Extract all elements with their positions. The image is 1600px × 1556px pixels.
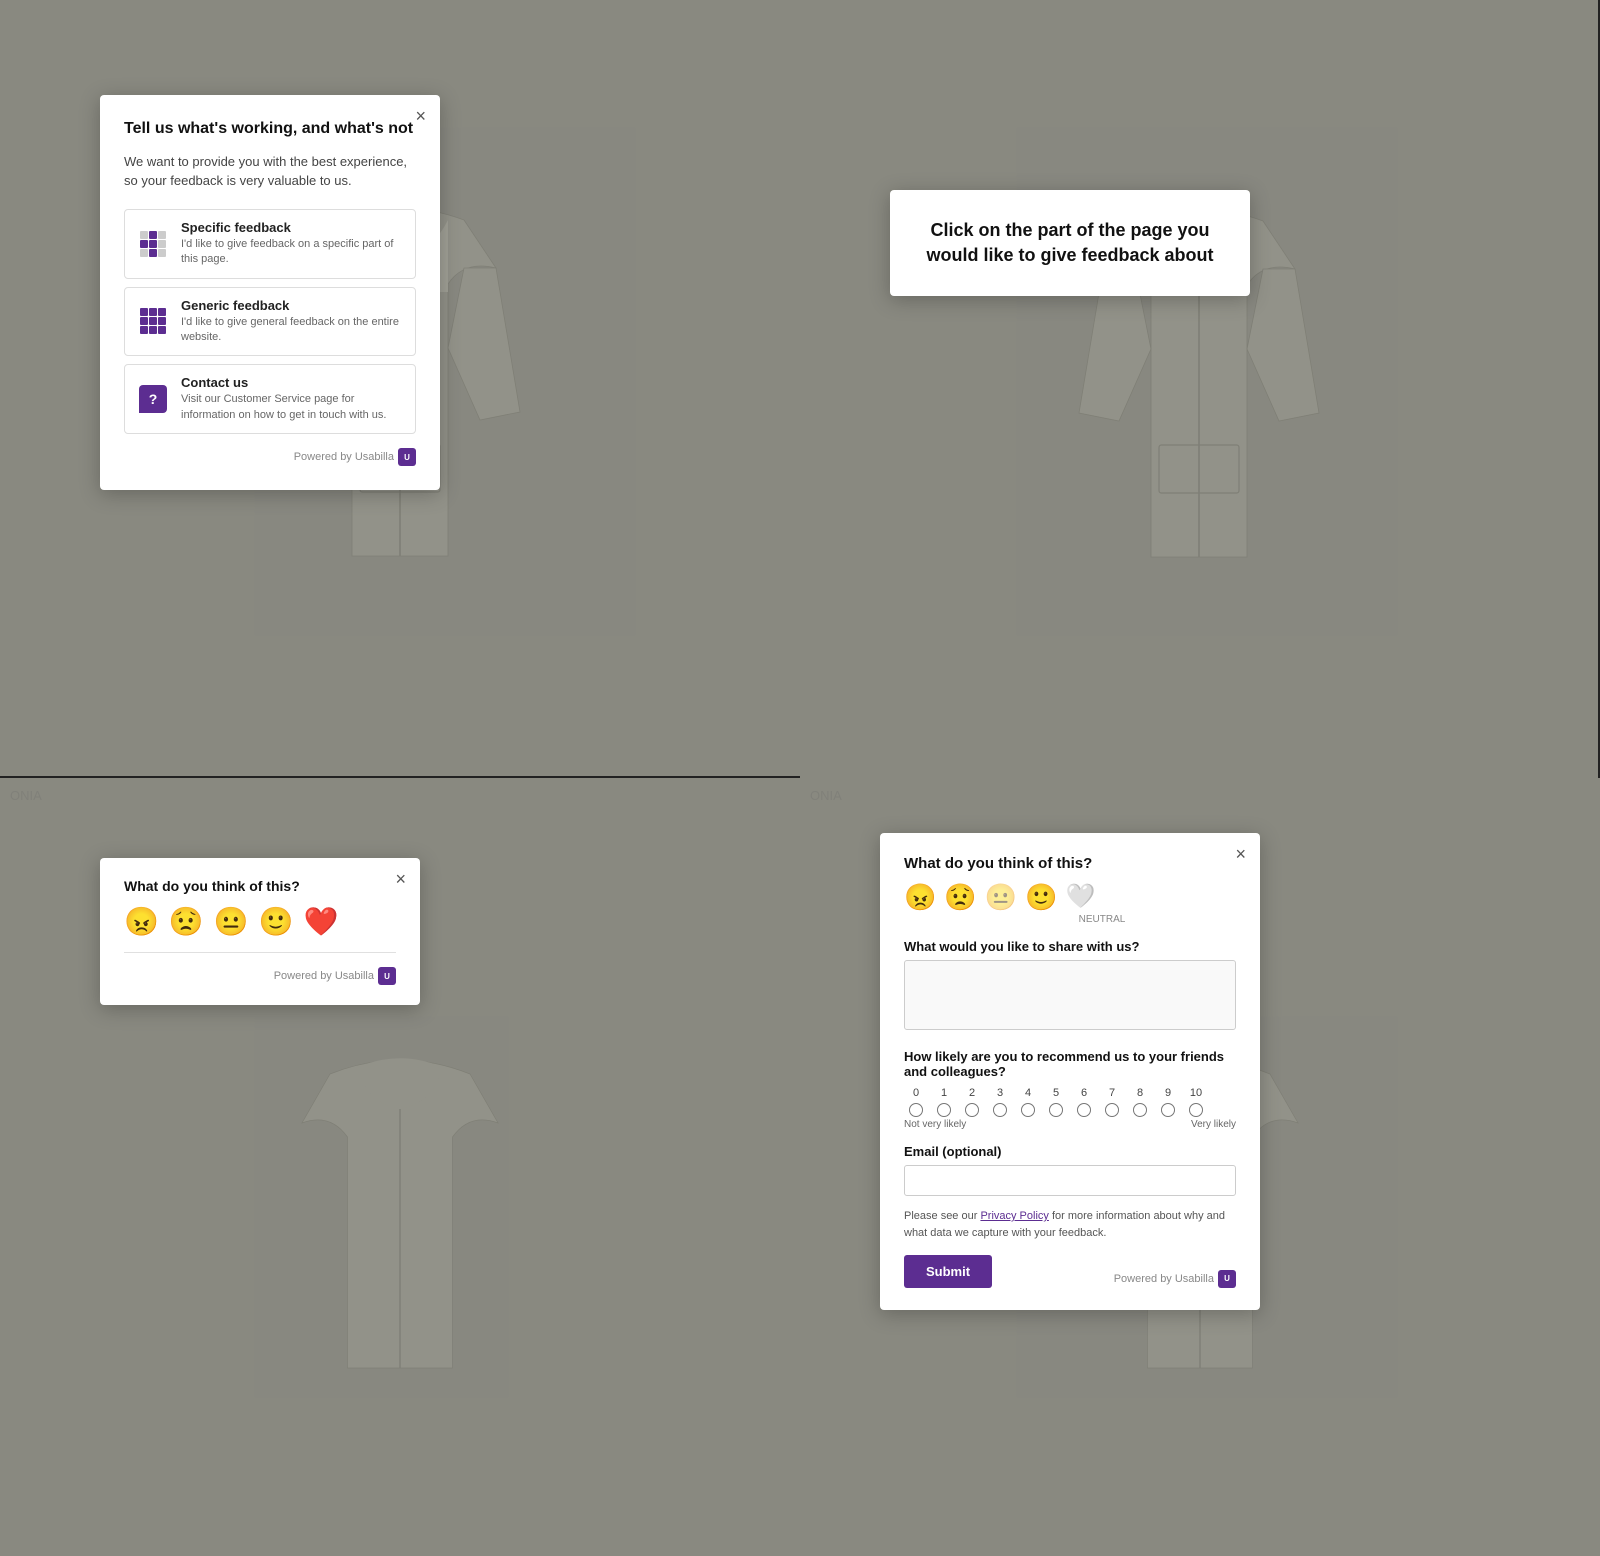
nps-radio-2[interactable] <box>965 1103 979 1117</box>
nps-scale: 0 1 2 3 4 5 6 7 8 9 10 <box>904 1087 1236 1099</box>
nps-num-4: 4 <box>1016 1087 1040 1099</box>
nps-radio-1[interactable] <box>937 1103 951 1117</box>
recommend-label: How likely are you to recommend us to yo… <box>904 1049 1236 1079</box>
quadrant-3: ONIA × What do you think of this? 😠 😟 😐 … <box>0 778 800 1556</box>
quadrant-1: × Tell us what's working, and what's not… <box>0 0 800 778</box>
recommend-section: How likely are you to recommend us to yo… <box>904 1049 1236 1130</box>
emoji-happy[interactable]: 🙂 <box>259 908 294 936</box>
q4-emoji-angry[interactable]: 😠 <box>904 884 936 910</box>
close-button-4[interactable]: × <box>1235 845 1246 863</box>
nps-radio-8[interactable] <box>1133 1103 1147 1117</box>
email-input[interactable] <box>904 1165 1236 1196</box>
powered-by-3: Powered by Usabilla U <box>124 967 396 985</box>
emoji-angry[interactable]: 😠 <box>124 908 159 936</box>
usabilla-logo-1: U <box>398 448 416 466</box>
nps-radio-6[interactable] <box>1077 1103 1091 1117</box>
powered-by-4: Powered by Usabilla U <box>1114 1270 1236 1288</box>
contact-icon: ? <box>137 383 169 415</box>
generic-feedback-icon <box>137 305 169 337</box>
submit-button[interactable]: Submit <box>904 1255 992 1288</box>
email-label: Email (optional) <box>904 1144 1236 1159</box>
generic-feedback-text: Generic feedback I'd like to give genera… <box>181 298 403 346</box>
q4-emoji-happy[interactable]: 🙂 <box>1025 884 1057 910</box>
powered-by-1: Powered by Usabilla U <box>124 448 416 466</box>
close-button-3[interactable]: × <box>395 870 406 888</box>
usabilla-logo-4: U <box>1218 1270 1236 1288</box>
background-hoodie-2 <box>800 0 1598 778</box>
nps-num-5: 5 <box>1044 1087 1068 1099</box>
nps-num-3: 3 <box>988 1087 1012 1099</box>
privacy-policy-link[interactable]: Privacy Policy <box>980 1210 1048 1222</box>
q3-question: What do you think of this? <box>124 878 396 894</box>
nps-num-6: 6 <box>1072 1087 1096 1099</box>
nps-num-2: 2 <box>960 1087 984 1099</box>
q4-emoji-sad[interactable]: 😟 <box>944 884 976 910</box>
nps-num-8: 8 <box>1128 1087 1152 1099</box>
q4-emoji-row: 😠 😟 😐 🙂 🤍 <box>904 884 1236 910</box>
specific-feedback-option[interactable]: Specific feedback I'd like to give feedb… <box>124 209 416 279</box>
nps-num-7: 7 <box>1100 1087 1124 1099</box>
nps-radio-5[interactable] <box>1049 1103 1063 1117</box>
specific-feedback-icon <box>137 228 169 260</box>
specific-feedback-text: Specific feedback I'd like to give feedb… <box>181 220 403 268</box>
quadrant-4: ONIA × What do you think of this? 😠 😟 😐 … <box>800 778 1600 1556</box>
modal-intro: We want to provide you with the best exp… <box>124 152 416 191</box>
q4-question: What do you think of this? <box>904 855 1236 872</box>
neutral-label: NEUTRAL <box>968 914 1236 925</box>
emoji-rating-modal-simple: × What do you think of this? 😠 😟 😐 🙂 ❤️ … <box>100 858 420 1005</box>
nps-labels: Not very likely Very likely <box>904 1119 1236 1130</box>
email-section: Email (optional) <box>904 1144 1236 1196</box>
nps-num-9: 9 <box>1156 1087 1180 1099</box>
nps-num-10: 10 <box>1184 1087 1208 1099</box>
nps-radio-7[interactable] <box>1105 1103 1119 1117</box>
emoji-love[interactable]: ❤️ <box>304 908 339 936</box>
nps-radios <box>904 1103 1236 1117</box>
emoji-sad[interactable]: 😟 <box>169 908 204 936</box>
emoji-row-3: 😠 😟 😐 🙂 ❤️ <box>124 908 396 936</box>
nps-radio-10[interactable] <box>1189 1103 1203 1117</box>
nps-num-0: 0 <box>904 1087 928 1099</box>
nps-radio-9[interactable] <box>1161 1103 1175 1117</box>
nps-left-label: Not very likely <box>904 1119 966 1130</box>
contact-us-option[interactable]: ? Contact us Visit our Customer Service … <box>124 364 416 434</box>
privacy-text: Please see our Privacy Policy for more i… <box>904 1208 1236 1241</box>
nps-right-label: Very likely <box>1191 1119 1236 1130</box>
contact-text: Contact us Visit our Customer Service pa… <box>181 375 403 423</box>
instruction-text: Click on the part of the page you would … <box>922 218 1218 268</box>
share-label: What would you like to share with us? <box>904 939 1236 954</box>
close-button[interactable]: × <box>415 107 426 125</box>
feedback-options-modal: × Tell us what's working, and what's not… <box>100 95 440 490</box>
nps-radio-0[interactable] <box>909 1103 923 1117</box>
q4-emoji-love[interactable]: 🤍 <box>1066 885 1096 909</box>
q4-emoji-neutral[interactable]: 😐 <box>985 884 1017 910</box>
nps-num-1: 1 <box>932 1087 956 1099</box>
nps-radio-3[interactable] <box>993 1103 1007 1117</box>
emoji-neutral[interactable]: 😐 <box>214 908 249 936</box>
share-textarea[interactable] <box>904 960 1236 1030</box>
generic-feedback-option[interactable]: Generic feedback I'd like to give genera… <box>124 287 416 357</box>
nps-radio-4[interactable] <box>1021 1103 1035 1117</box>
divider-3 <box>124 952 396 953</box>
usabilla-logo-3: U <box>378 967 396 985</box>
quadrant-2: Click on the part of the page you would … <box>800 0 1600 778</box>
modal-title: Tell us what's working, and what's not <box>124 119 416 140</box>
click-instruction-modal: Click on the part of the page you would … <box>890 190 1250 296</box>
full-feedback-form: × What do you think of this? 😠 😟 😐 🙂 🤍 N… <box>880 833 1260 1310</box>
